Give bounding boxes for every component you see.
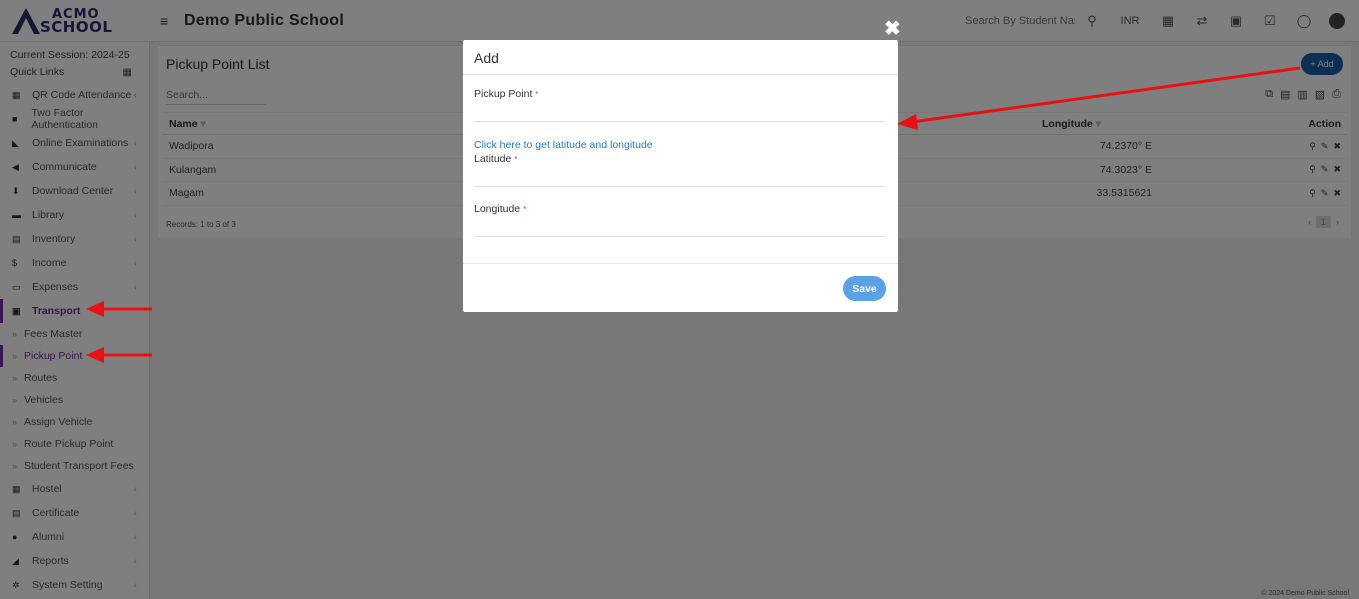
latitude-input[interactable] bbox=[474, 165, 885, 187]
required-marker: * bbox=[535, 90, 539, 99]
pickup-point-label-text: Pickup Point bbox=[474, 88, 533, 100]
longitude-field: Longitude * bbox=[474, 203, 885, 237]
required-marker: * bbox=[514, 155, 518, 164]
modal-footer: Save bbox=[463, 263, 898, 312]
latitude-label-text: Latitude bbox=[474, 153, 512, 165]
latitude-label: Latitude * bbox=[474, 153, 885, 165]
close-icon[interactable]: ✖ bbox=[884, 16, 901, 41]
add-pickup-point-modal: Add Pickup Point * Click here to get lat… bbox=[463, 40, 898, 312]
get-lat-lng-link[interactable]: Click here to get latitude and longitude bbox=[474, 139, 653, 151]
pickup-point-field: Pickup Point * bbox=[474, 88, 885, 122]
longitude-input[interactable] bbox=[474, 215, 885, 237]
longitude-label: Longitude * bbox=[474, 203, 885, 215]
longitude-label-text: Longitude bbox=[474, 203, 521, 215]
required-marker: * bbox=[523, 205, 527, 214]
latitude-field: Latitude * bbox=[474, 153, 885, 187]
save-button[interactable]: Save bbox=[843, 276, 886, 301]
pickup-point-label: Pickup Point * bbox=[474, 88, 885, 100]
modal-title: Add bbox=[463, 40, 898, 75]
pickup-point-input[interactable] bbox=[474, 100, 885, 122]
